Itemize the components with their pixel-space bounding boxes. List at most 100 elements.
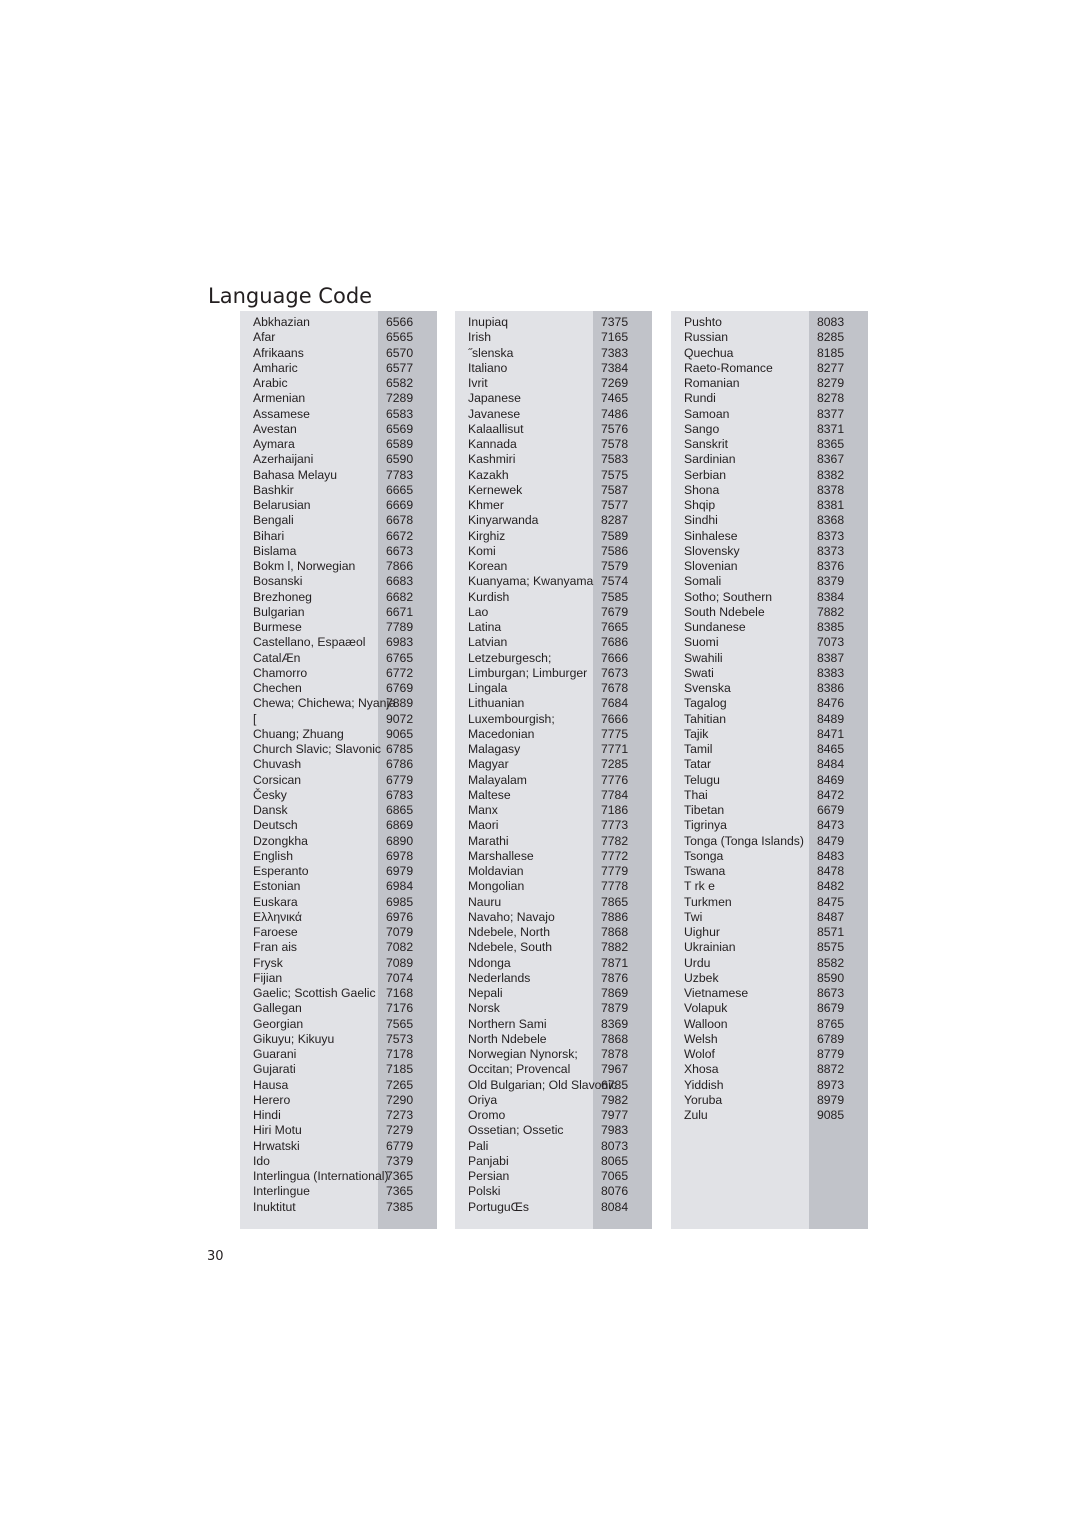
- language-name: Hiri Motu: [253, 1123, 302, 1138]
- language-row: Romanian 8279: [671, 376, 868, 391]
- language-name: Urdu: [684, 955, 711, 970]
- language-name: Norwegian Nynorsk;: [468, 1047, 578, 1061]
- language-name: Fijian: [253, 970, 283, 985]
- language-row: Vietnamese 8673: [671, 986, 868, 1001]
- language-code: 8073: [601, 1138, 629, 1153]
- language-name: Occitan; Provencal: [468, 1062, 571, 1077]
- language-name: Khmer: [468, 498, 504, 512]
- language-code: 8679: [817, 1001, 845, 1016]
- language-row: Nederlands 7876: [455, 971, 652, 986]
- page-number: 30: [207, 1249, 224, 1264]
- language-code: 7673: [601, 665, 629, 680]
- language-name: Guarani: [253, 1047, 297, 1061]
- language-code: 7868: [601, 925, 629, 939]
- language-name: Ndonga: [468, 955, 511, 970]
- language-code: 7279: [386, 1123, 414, 1138]
- language-row: Hiri Motu 7279: [240, 1123, 437, 1138]
- language-name: Oriya: [468, 1092, 498, 1107]
- language-name: Quechua: [684, 345, 734, 360]
- language-code: 8590: [817, 970, 845, 985]
- language-code: 7967: [601, 1062, 629, 1077]
- language-name: Javanese: [468, 406, 521, 421]
- language-code: 7578: [601, 437, 629, 451]
- language-name: Sanskrit: [684, 437, 729, 451]
- page-title: Language Code: [208, 284, 373, 309]
- language-code: 7868: [601, 1031, 629, 1046]
- language-code: 7168: [386, 986, 414, 1000]
- language-rows: Inupiaq 7375 Irish 7165 ˝slenska 7383 Italiano…: [455, 315, 652, 1215]
- language-row: Ελληνικά 6976: [240, 910, 437, 925]
- language-row: Oriya 7982: [455, 1093, 652, 1108]
- language-table-column-1: Abkhazian 6566 Afar 6565 Afrikaans 6570 Amhari…: [240, 311, 437, 1229]
- language-code: 9085: [817, 1108, 845, 1122]
- language-row: Tsonga 8483: [671, 849, 868, 864]
- language-name: Chamorro: [253, 665, 308, 680]
- language-row: Dzongkha 6890: [240, 834, 437, 849]
- language-row: Occitan; Provencal 7967: [455, 1062, 652, 1077]
- language-name: Swahili: [684, 650, 723, 665]
- language-name: Corsican: [253, 772, 302, 787]
- language-row: Quechua 8185: [671, 346, 868, 361]
- language-name: North Ndebele: [468, 1031, 547, 1046]
- language-name: Kinyarwanda: [468, 513, 539, 528]
- language-code: 8673: [817, 986, 845, 1000]
- language-code: 7882: [817, 604, 845, 619]
- language-row: CatalÆn 6765: [240, 651, 437, 666]
- language-row: Ossetian; Ossetic 7983: [455, 1123, 652, 1138]
- language-name: Volapuk: [684, 1001, 728, 1016]
- language-row: North Ndebele 7868: [455, 1032, 652, 1047]
- language-row: Gikuyu; Kikuyu 7573: [240, 1032, 437, 1047]
- language-code: 8387: [817, 650, 845, 665]
- language-name: Uighur: [684, 925, 720, 939]
- language-row: Yiddish 8973: [671, 1078, 868, 1093]
- language-row: Mongolian 7778: [455, 879, 652, 894]
- language-name: Old Bulgarian; Old Slavonic: [468, 1077, 618, 1092]
- language-name: Somali: [684, 574, 722, 589]
- language-row: Bokm l, Norwegian 7866: [240, 559, 437, 574]
- language-code: 7686: [601, 635, 629, 650]
- language-name: Ukrainian: [684, 940, 736, 955]
- language-code: 6779: [386, 1138, 414, 1153]
- language-row: Kazakh 7575: [455, 468, 652, 483]
- language-code: 7679: [601, 604, 629, 619]
- language-code: 8076: [601, 1184, 629, 1199]
- language-name: Avestan: [253, 421, 297, 436]
- language-code: 6673: [386, 543, 414, 558]
- language-code: 8065: [601, 1153, 629, 1168]
- language-code: 7178: [386, 1047, 414, 1061]
- language-name: Latvian: [468, 635, 508, 650]
- language-name: PortuguŒs: [468, 1199, 529, 1214]
- language-code: 8582: [817, 955, 845, 970]
- language-code: 6583: [386, 406, 414, 421]
- language-name: Dzongkha: [253, 833, 308, 848]
- language-row: South Ndebele 7882: [671, 605, 868, 620]
- language-code: 6984: [386, 879, 414, 894]
- language-name: Sango: [684, 421, 720, 436]
- language-table-column-3: Pushto 8083 Russian 8285 Quechua 8185 Raeto-Ro…: [671, 311, 868, 1229]
- language-row: Tatar 8484: [671, 757, 868, 772]
- language-row: Amharic 6577: [240, 361, 437, 376]
- language-row: Interlingua (International) 7365: [240, 1169, 437, 1184]
- language-row: Frysk 7089: [240, 956, 437, 971]
- language-row: Kirghiz 7589: [455, 529, 652, 544]
- language-code: 7586: [601, 543, 629, 558]
- language-row: Javanese 7486: [455, 407, 652, 422]
- language-code: 7876: [601, 970, 629, 985]
- language-row: Dansk 6865: [240, 803, 437, 818]
- language-code: 9065: [386, 726, 414, 741]
- language-name: Deutsch: [253, 818, 298, 833]
- language-row: Sotho; Southern 8384: [671, 590, 868, 605]
- language-code: 6577: [386, 360, 414, 375]
- language-name: Gallegan: [253, 1001, 302, 1016]
- language-code: 7573: [386, 1031, 414, 1046]
- language-row: Shqip 8381: [671, 498, 868, 513]
- language-name: Northern Sami: [468, 1016, 547, 1031]
- language-name: T rk e: [684, 879, 715, 894]
- language-row: Raeto-Romance 8277: [671, 361, 868, 376]
- language-row: Swahili 8387: [671, 651, 868, 666]
- language-code: 7666: [601, 711, 629, 726]
- language-code: 8471: [817, 726, 845, 741]
- language-name: Luxembourgish;: [468, 711, 555, 726]
- language-name: Russian: [684, 330, 729, 345]
- language-row: Sanskrit 8365: [671, 437, 868, 452]
